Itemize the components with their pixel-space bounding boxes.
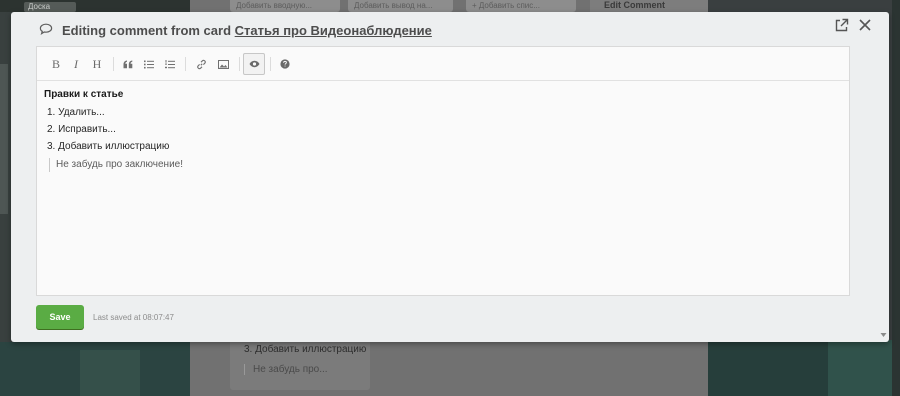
bold-button[interactable]: B — [45, 53, 67, 75]
list-item: 2. Исправить... — [47, 124, 116, 135]
toolbar-separator — [185, 57, 186, 71]
heading-button[interactable]: H — [86, 53, 108, 75]
board-card: Добавить вводную... — [230, 0, 340, 12]
board-card-text: Добавить вводную... — [236, 1, 313, 10]
editor-toolbar: B I H — [37, 47, 849, 81]
eye-icon — [249, 60, 259, 68]
list-item: 1. Удалить... — [47, 107, 105, 118]
bold-icon: B — [51, 56, 60, 71]
modal-title: Editing comment from card Статья про Вид… — [62, 23, 432, 38]
list-item: 3. Добавить иллюстрацию — [47, 141, 170, 152]
image-button[interactable] — [212, 53, 234, 75]
external-link-icon[interactable] — [834, 17, 850, 33]
card-link[interactable]: Статья про Видеонаблюдение — [235, 23, 432, 38]
board-card-text: Добавить вывод на... — [354, 1, 433, 10]
save-button[interactable]: Save — [36, 305, 84, 329]
comment-preview: Правки к статье 1. Удалить... 2. Исправи… — [44, 89, 834, 172]
scroll-down-arrow-icon[interactable] — [880, 332, 887, 338]
italic-button[interactable]: I — [65, 53, 87, 75]
edit-comment-panel: Edit Comment — [590, 0, 708, 12]
board-side-strip — [0, 64, 8, 214]
board-card-preview: 3. Добавить иллюстрацию Не забудь про... — [230, 342, 370, 390]
quote-icon — [123, 60, 133, 68]
comment-quote: Не забудь про заключение! — [49, 158, 834, 172]
board-tab: Доска — [24, 2, 76, 12]
image-icon — [217, 59, 229, 69]
board-card: + Добавить спис... — [466, 0, 576, 12]
help-button[interactable] — [274, 53, 296, 75]
edit-comment-modal: Editing comment from card Статья про Вид… — [11, 12, 889, 342]
board-bottom-panel-inner — [80, 350, 140, 396]
toolbar-separator — [239, 57, 240, 71]
board-top-bar: Доска — [0, 0, 190, 12]
italic-icon: I — [74, 56, 78, 71]
board-tab-label: Доска — [28, 2, 51, 11]
link-button[interactable] — [190, 53, 212, 75]
help-icon — [280, 59, 290, 69]
heading-icon: H — [92, 56, 102, 71]
unordered-list-icon — [144, 60, 154, 68]
last-saved-status: Last saved at 08:07:47 — [93, 313, 174, 322]
modal-title-prefix: Editing comment from card — [62, 23, 232, 38]
board-card-text: + Добавить спис... — [472, 1, 540, 10]
close-icon[interactable] — [857, 17, 873, 33]
board-bottom-panel-inner — [828, 340, 900, 396]
comment-editor[interactable]: B I H Правки к статье 1. Удалить... 2. И… — [36, 46, 850, 296]
board-card-quote: Не забудь про... — [244, 364, 328, 375]
comment-ordered-list: 1. Удалить... 2. Исправить... 3. Добавит… — [44, 106, 834, 157]
modal-header: Editing comment from card Статья про Вид… — [11, 12, 889, 46]
ordered-list-button[interactable] — [159, 53, 181, 75]
unordered-list-button[interactable] — [138, 53, 160, 75]
board-card-list-item: 3. Добавить иллюстрацию — [244, 344, 367, 355]
speech-bubble-icon — [39, 23, 53, 35]
board-right-strip — [892, 0, 900, 396]
toolbar-separator — [113, 57, 114, 71]
board-card: Добавить вывод на... — [348, 0, 453, 12]
edit-comment-panel-title: Edit Comment — [604, 0, 666, 10]
link-icon — [196, 59, 206, 69]
quote-button[interactable] — [117, 53, 139, 75]
ordered-list-icon — [165, 59, 175, 68]
preview-button[interactable] — [243, 53, 265, 75]
comment-heading: Правки к статье — [44, 89, 124, 100]
toolbar-separator — [270, 57, 271, 71]
